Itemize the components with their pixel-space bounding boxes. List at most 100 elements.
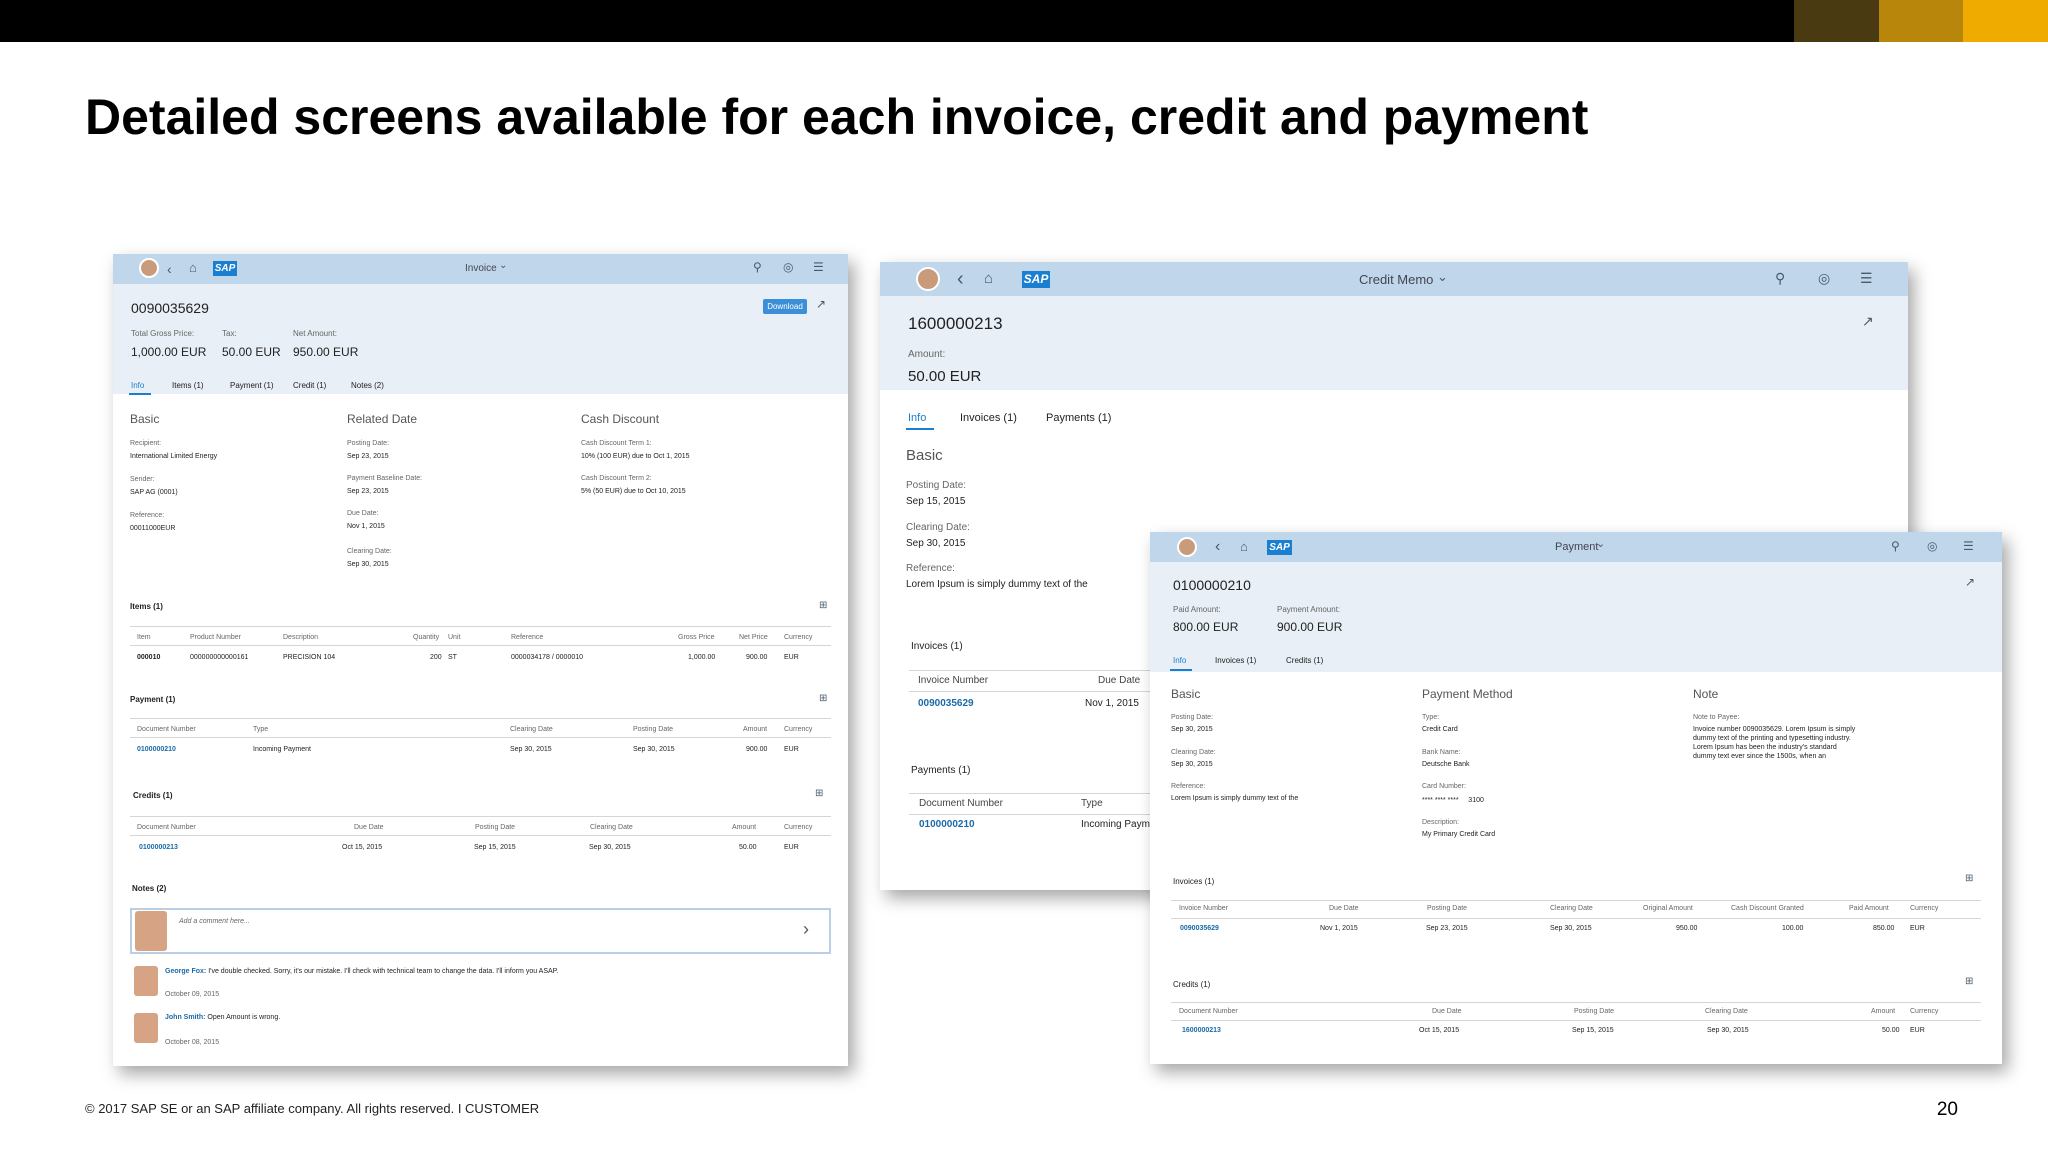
object-header (113, 284, 848, 394)
invoice-number: 0090035629 (131, 300, 209, 316)
download-button[interactable]: Download (763, 299, 807, 314)
search-icon[interactable]: ⚲ (1891, 540, 1900, 552)
invoice-link[interactable]: 0090035629 (1180, 925, 1219, 932)
shell-title[interactable]: Payment (1555, 541, 1598, 553)
table-cell: 850.00 (1873, 925, 1895, 932)
tab-invoices[interactable]: Invoices (1) (960, 412, 1017, 424)
search-icon[interactable]: ⚲ (1775, 271, 1785, 285)
table-cell: Incoming Payment (253, 746, 311, 753)
menu-icon[interactable]: ☰ (1963, 540, 1974, 552)
col-header: Document Number (919, 798, 1003, 809)
share-icon[interactable]: ↗ (816, 298, 826, 310)
field-label: Reference: (906, 563, 955, 574)
payment-link[interactable]: 0100000210 (919, 819, 975, 830)
field-value: Sep 15, 2015 (906, 496, 966, 507)
search-icon[interactable]: ⚲ (753, 261, 762, 273)
tab-info[interactable]: Info (131, 381, 144, 390)
tab-items[interactable]: Items (1) (172, 381, 204, 390)
col-header: Clearing Date (590, 824, 633, 831)
back-icon[interactable]: ‹ (1215, 539, 1220, 555)
chevron-right-icon[interactable]: › (803, 920, 809, 938)
divider (130, 816, 831, 817)
tab-payment[interactable]: Payment (1) (230, 381, 274, 390)
notification-icon[interactable]: ◎ (1927, 540, 1937, 552)
table-cell: 100.00 (1782, 925, 1804, 932)
shell-bar: ‹ ⌂ SAP Credit Memo ⌄ ⚲ ◎ ☰ (880, 262, 1908, 296)
col-header: Net Price (739, 634, 768, 641)
field-value: Sep 23, 2015 (347, 453, 389, 460)
share-icon[interactable]: ↗ (1965, 576, 1975, 588)
tab-info[interactable]: Info (1173, 656, 1186, 665)
field-value: Sep 30, 2015 (347, 561, 389, 568)
table-cell: EUR (784, 844, 799, 851)
table-cell[interactable]: 000010 (137, 654, 160, 661)
field-label: Cash Discount Term 2: (581, 475, 652, 482)
table-cell: Sep 30, 2015 (589, 844, 631, 851)
table-cell: Oct 15, 2015 (1419, 1027, 1460, 1034)
kpi-label: Tax: (222, 329, 237, 338)
menu-icon[interactable]: ☰ (1860, 271, 1873, 285)
col-header: Document Number (137, 824, 196, 831)
comment-author[interactable]: George Fox: (165, 968, 206, 975)
table-cell: Sep 30, 2015 (510, 746, 552, 753)
col-header: Type (1081, 798, 1103, 809)
table-cell: Sep 30, 2015 (633, 746, 675, 753)
col-header: Posting Date (633, 726, 674, 733)
share-icon[interactable]: ↗ (1862, 314, 1874, 328)
avatar[interactable] (1177, 537, 1197, 557)
field-label: Payment Baseline Date: (347, 475, 423, 482)
shell-title[interactable]: Credit Memo (1359, 272, 1433, 287)
shell-title[interactable]: Invoice (465, 263, 497, 274)
field-value: My Primary Credit Card (1422, 831, 1496, 838)
tab-credit[interactable]: Credit (1) (293, 381, 326, 390)
avatar[interactable] (139, 258, 159, 278)
credit-link[interactable]: 1600000213 (1182, 1027, 1221, 1034)
cash-discount-title: Cash Discount (581, 412, 660, 426)
field-label: Bank Name: (1422, 749, 1461, 756)
credit-link[interactable]: 0100000213 (139, 844, 178, 851)
menu-icon[interactable]: ☰ (813, 261, 824, 273)
comment-1: George Fox: I've double checked. Sorry, … (165, 968, 558, 975)
payment-link[interactable]: 0100000210 (137, 746, 176, 753)
table-cell: 200 (430, 654, 442, 661)
user-photo (134, 1013, 158, 1043)
notification-icon[interactable]: ◎ (783, 261, 793, 273)
table-cell: 0000034178 / 0000010 (511, 654, 584, 661)
back-icon[interactable]: ‹ (167, 262, 172, 276)
kpi-label: Paid Amount: (1173, 605, 1221, 614)
tab-info[interactable]: Info (908, 412, 926, 424)
home-icon[interactable]: ⌂ (1240, 540, 1248, 553)
home-icon[interactable]: ⌂ (984, 271, 993, 286)
col-header: Invoice Number (918, 675, 989, 686)
field-label: Description: (1422, 819, 1459, 826)
divider (130, 835, 831, 836)
chevron-down-icon[interactable]: ⌄ (1596, 539, 1605, 550)
comment-input[interactable] (130, 908, 831, 954)
tab-invoices[interactable]: Invoices (1) (1215, 656, 1256, 665)
field-value: 5% (50 EUR) due to Oct 10, 2015 (581, 488, 686, 495)
invoice-link[interactable]: 0090035629 (918, 698, 974, 709)
field-value: SAP AG (0001) (130, 489, 178, 496)
home-icon[interactable]: ⌂ (189, 261, 197, 274)
field-label: Recipient: (130, 440, 162, 447)
amount-label: Amount: (908, 349, 946, 360)
table-cell: PRECISION 104 (283, 654, 336, 661)
chevron-down-icon[interactable]: ⌄ (1437, 270, 1448, 283)
note-text: Lorem Ipsum has been the industry's stan… (1693, 744, 1837, 751)
export-icon[interactable]: ⊞ (1965, 977, 1973, 987)
export-icon[interactable]: ⊞ (819, 601, 827, 611)
table-cell: 900.00 (746, 746, 768, 753)
table-cell: EUR (784, 746, 799, 753)
tab-notes[interactable]: Notes (2) (351, 381, 384, 390)
notification-icon[interactable]: ◎ (1818, 271, 1830, 285)
tab-credits[interactable]: Credits (1) (1286, 656, 1323, 665)
export-icon[interactable]: ⊞ (819, 694, 827, 704)
comment-author[interactable]: John Smith: (165, 1014, 205, 1021)
export-icon[interactable]: ⊞ (1965, 874, 1973, 884)
chevron-down-icon[interactable]: ⌄ (499, 261, 507, 271)
export-icon[interactable]: ⊞ (815, 789, 823, 799)
avatar[interactable] (916, 267, 940, 291)
back-icon[interactable]: ‹ (957, 269, 964, 289)
tab-payments[interactable]: Payments (1) (1046, 412, 1111, 424)
col-header: Product Number (190, 634, 241, 641)
